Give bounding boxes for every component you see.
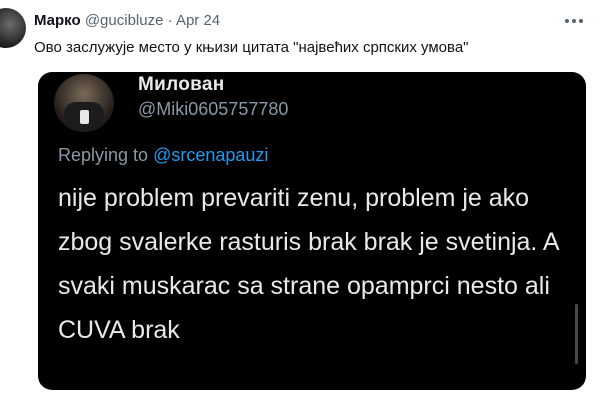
quoted-tweet-screenshot[interactable]: Милован @Miki0605757780 Replying to @src…: [38, 72, 586, 390]
tweet-author-avatar[interactable]: [0, 8, 26, 48]
more-horizontal-icon[interactable]: [564, 8, 584, 29]
avatar-emblem: [80, 110, 89, 124]
quoted-tweet-body: nije problem prevariti zenu, problem je …: [58, 184, 559, 344]
replying-prefix: Replying to: [58, 145, 149, 165]
replying-to-handle: @srcenapauzi: [153, 145, 269, 165]
tweet-author-handle[interactable]: @gucibluze: [85, 12, 164, 29]
tweet-text: Ово заслужује место у књизи цитата "најв…: [34, 39, 469, 56]
header-separator: ·: [167, 12, 173, 29]
replying-to-line: Replying to @srcenapauzi: [58, 145, 268, 166]
quoted-author-name: Милован: [138, 74, 225, 95]
scrollbar: [575, 304, 578, 364]
tweet-date[interactable]: Apr 24: [176, 12, 220, 29]
quoted-author-handle: @Miki0605757780: [138, 99, 289, 119]
tweet-header: Марко @gucibluze · Apr 24: [34, 12, 560, 30]
tweet-author-name[interactable]: Марко: [34, 12, 81, 29]
quoted-author-avatar: [54, 74, 114, 132]
